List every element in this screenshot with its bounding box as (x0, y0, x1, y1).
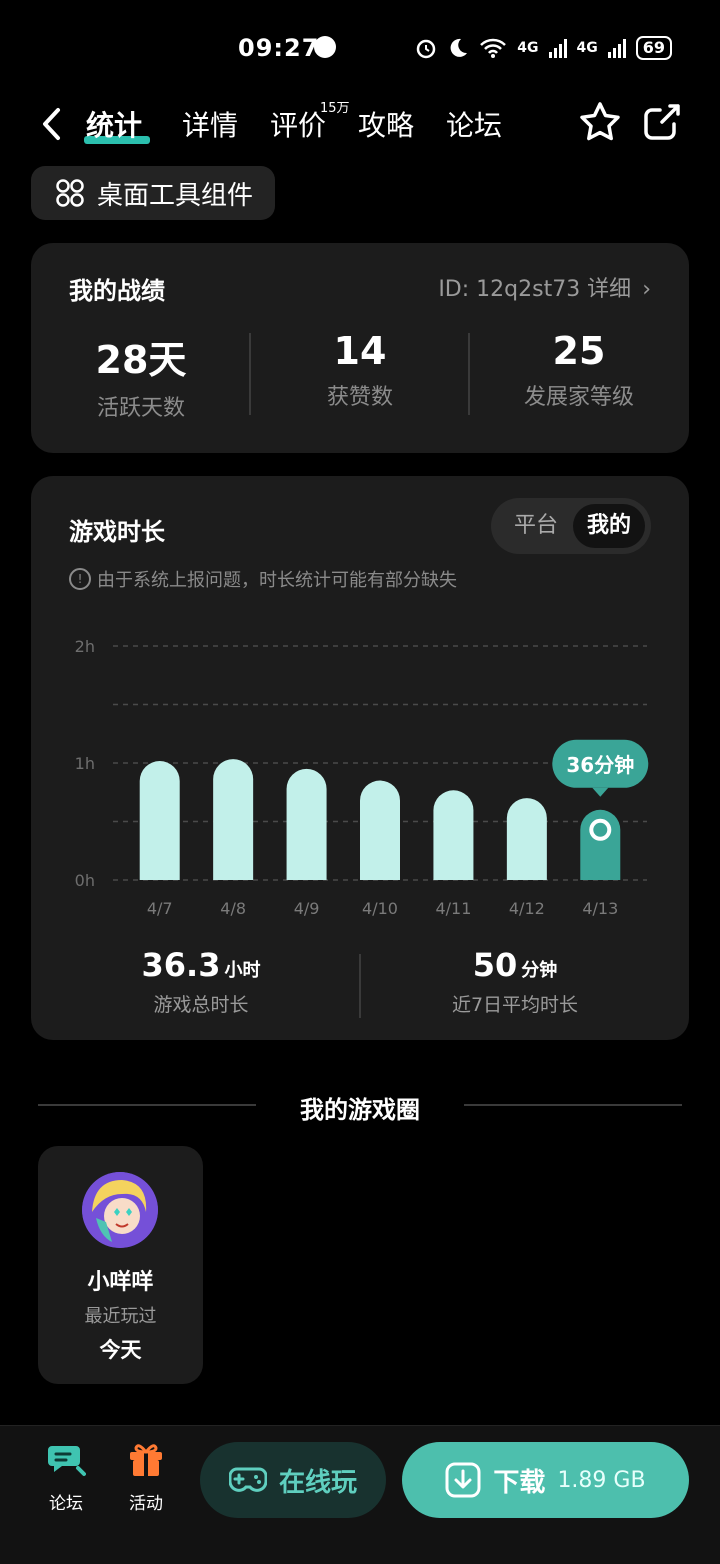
bottom-bar: 论坛 活动 在线玩 下载 1.89 GB (0, 1425, 720, 1564)
notice-text: 由于系统上报问题，时长统计可能有部分缺失 (97, 570, 457, 591)
alarm-icon (417, 39, 436, 59)
record-title: 我的战绩 (69, 277, 165, 305)
x-tick-label: 4/7 (147, 899, 173, 916)
notification-icon (314, 36, 336, 58)
stat-active-days: 28天 活跃天数 (41, 329, 241, 422)
status-time: 09:27 (238, 34, 320, 62)
x-tick-label: 4/13 (582, 899, 618, 916)
forum-label: 论坛 (49, 1494, 83, 1514)
chart-bar (360, 780, 400, 880)
star-icon[interactable] (578, 100, 622, 144)
forum-button[interactable]: 论坛 (36, 1440, 96, 1514)
game-circle-title: 我的游戏圈 (300, 1096, 420, 1124)
playtime-toggle: 平台 我的 (491, 498, 651, 554)
x-tick-label: 4/11 (435, 899, 471, 916)
download-button[interactable]: 下载 1.89 GB (402, 1442, 689, 1518)
data-notice: ! 由于系统上报问题，时长统计可能有部分缺失 (69, 566, 457, 592)
x-tick-label: 4/8 (220, 899, 246, 916)
total-value: 36.3 (141, 946, 221, 984)
x-tick-label: 4/10 (362, 899, 398, 916)
y-tick-label: 0h (75, 871, 95, 890)
back-icon[interactable] (38, 106, 68, 142)
info-icon: ! (69, 568, 91, 590)
network-type-1: 4G (517, 40, 539, 56)
gamepad-icon (228, 1467, 267, 1492)
stat-developer-level: 25 发展家等级 (479, 329, 679, 411)
toggle-platform[interactable]: 平台 (501, 504, 571, 548)
chart-bar (139, 761, 180, 880)
divider (249, 333, 251, 415)
y-tick-label: 2h (75, 637, 95, 656)
chevron-right-icon: › (642, 277, 651, 302)
total-unit: 小时 (224, 960, 261, 981)
desktop-widget-button[interactable]: 桌面工具组件 (31, 166, 275, 220)
signal-icon (548, 38, 567, 58)
activity-label: 活动 (129, 1494, 163, 1514)
stat-value: 25 (552, 329, 606, 373)
download-size: 1.89 GB (557, 1467, 646, 1493)
stat-label: 活跃天数 (96, 396, 185, 421)
chart-bar (433, 790, 474, 880)
stat-value: 14 (333, 329, 387, 373)
forum-icon (48, 1446, 86, 1476)
tab-reviews[interactable]: 评价 (270, 104, 326, 144)
average-value: 50 (472, 946, 518, 984)
y-tick-label: 1h (75, 754, 95, 773)
playtime-card: 游戏时长 平台 我的 ! 由于系统上报问题，时长统计可能有部分缺失 0h 1h 2h… (31, 476, 689, 1040)
moon-icon (450, 38, 468, 57)
signal-icon (607, 38, 626, 58)
game-circle-card[interactable]: 小咩咩 最近玩过 今天 (38, 1146, 203, 1384)
play-online-button[interactable]: 在线玩 (200, 1442, 386, 1518)
activity-button[interactable]: 活动 (116, 1440, 176, 1514)
wifi-icon (480, 38, 507, 58)
total-label: 游戏总时长 (153, 994, 249, 1016)
playtime-title: 游戏时长 (69, 518, 165, 546)
average-label: 近7日平均时长 (451, 994, 579, 1016)
chart-bar (213, 759, 254, 880)
game-circle-when: 今天 (99, 1338, 142, 1362)
tooltip-pointer (592, 787, 609, 797)
download-label: 下载 (493, 1467, 546, 1498)
stat-likes: 14 获赞数 (260, 329, 460, 411)
grid-icon (56, 179, 84, 207)
x-tick-label: 4/9 (294, 899, 320, 916)
status-bar: 09:27 4G 4G 69 (0, 0, 720, 96)
tab-details[interactable]: 详情 (182, 104, 238, 144)
review-count-badge: 15万 (320, 101, 350, 116)
avatar (82, 1172, 158, 1248)
game-circle-name: 小咩咩 (87, 1270, 154, 1295)
divider (468, 333, 470, 415)
battery-icon: 69 (635, 36, 672, 60)
share-icon[interactable] (640, 100, 684, 144)
tab-stats[interactable]: 统计 (86, 104, 142, 144)
game-circle-subtitle: 最近玩过 (84, 1306, 157, 1327)
gift-icon (130, 1444, 162, 1476)
play-online-label: 在线玩 (278, 1467, 357, 1498)
record-detail-link[interactable]: ID: 12q2st73 详细 › (438, 271, 651, 303)
total-playtime: 36.3 小时 游戏总时长 (51, 946, 351, 1017)
divider (359, 954, 361, 1018)
record-id-text: ID: 12q2st73 详细 (438, 277, 632, 302)
network-type-2: 4G (576, 40, 598, 56)
desktop-widget-label: 桌面工具组件 (97, 180, 254, 211)
stat-value: 28天 (95, 338, 187, 382)
tooltip-text: 36分钟 (566, 753, 634, 777)
x-tick-label: 4/12 (509, 899, 545, 916)
chart-bar (286, 768, 327, 880)
average-unit: 分钟 (521, 960, 558, 981)
playtime-chart: 0h 1h 2h 4/7 4/8 4/9 4/10 4/11 4/12 4/13 36分钟 (75, 637, 649, 916)
tab-forum[interactable]: 论坛 (446, 104, 502, 144)
average-playtime: 50 分钟 近7日平均时长 (365, 946, 665, 1017)
toggle-mine[interactable]: 我的 (573, 504, 645, 548)
download-icon (445, 1462, 481, 1498)
record-card: 我的战绩 ID: 12q2st73 详细 › 28天 活跃天数 14 获赞数 2… (31, 243, 689, 453)
stat-label: 获赞数 (326, 385, 393, 410)
tab-guides[interactable]: 攻略 (358, 104, 414, 144)
chart-bar (506, 798, 547, 880)
stat-label: 发展家等级 (523, 385, 634, 410)
